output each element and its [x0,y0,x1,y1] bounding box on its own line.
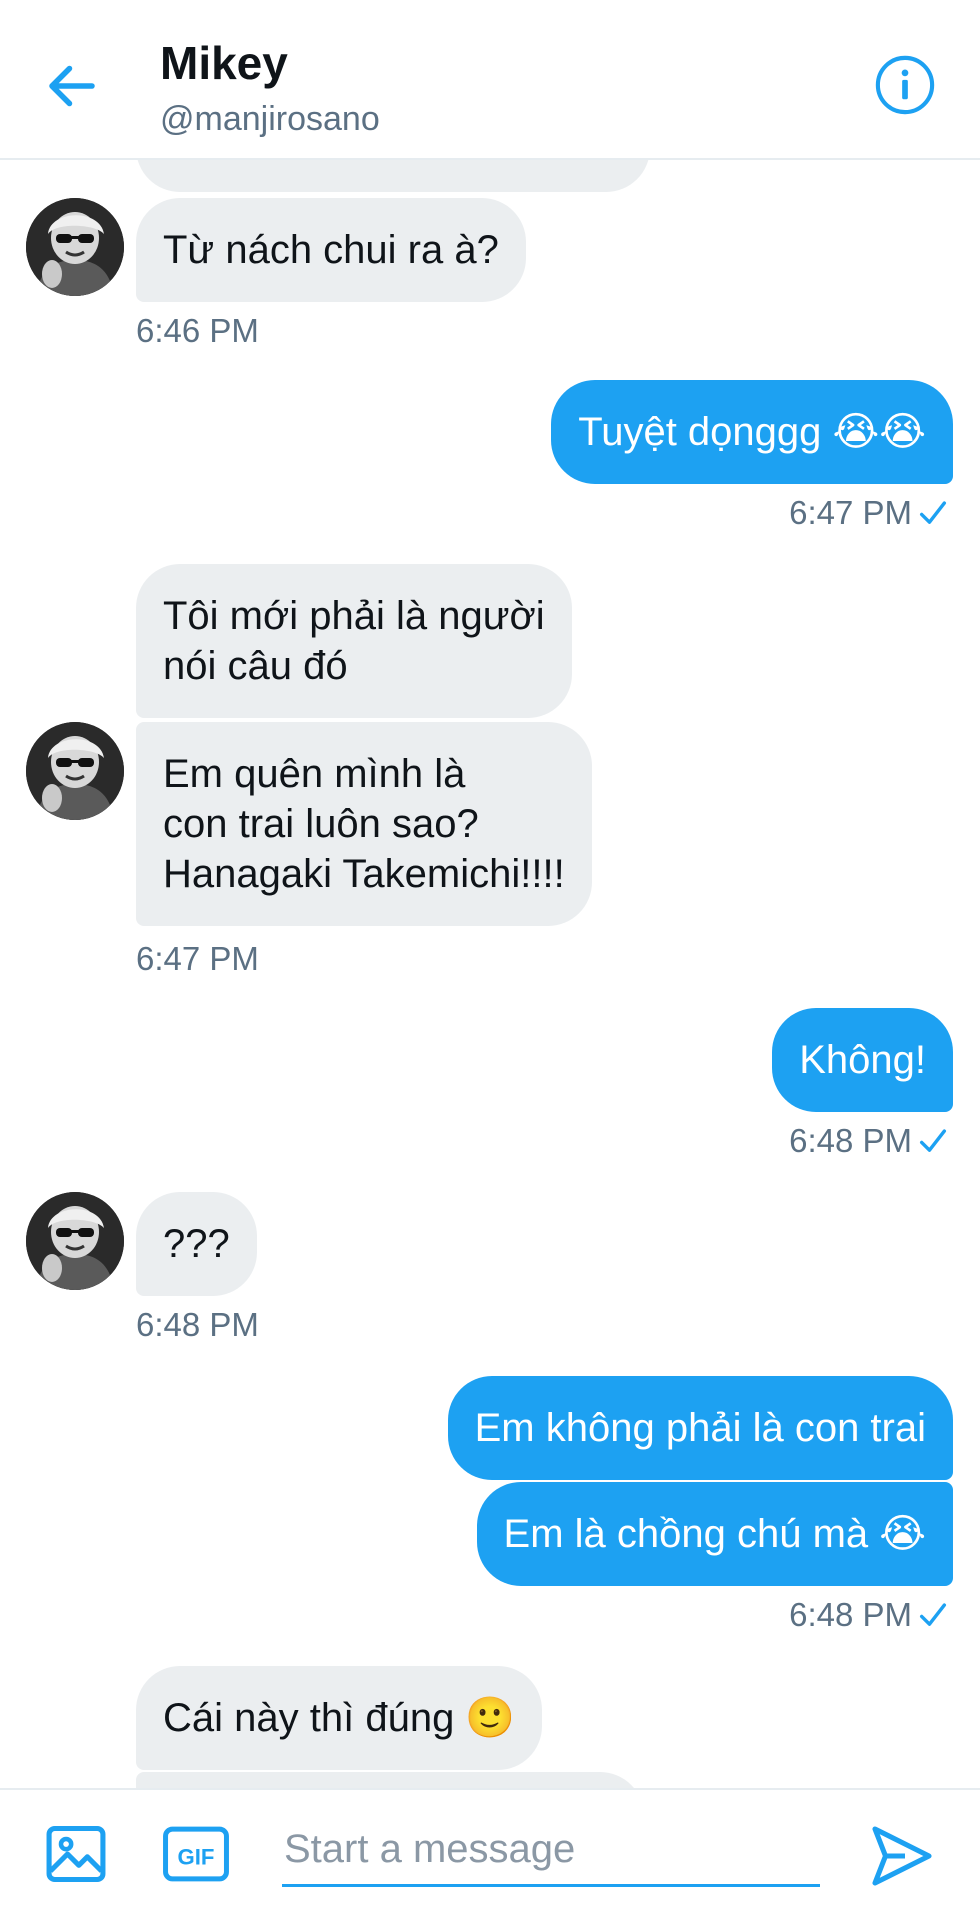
message-bubble[interactable]: ??? [136,1192,257,1296]
avatar-image [26,1192,124,1290]
conversation-title[interactable]: Mikey [160,36,288,90]
message-bubble[interactable]: Tôi mới phải là người nói câu đó [136,564,572,718]
timestamp-text: 6:48 PM [789,1596,912,1633]
avatar-image [26,722,124,820]
message-bubble[interactable]: Em quên mình là con trai luôn sao? Hanag… [136,722,592,926]
message-timestamp: 6:47 PM [789,494,950,532]
message-bubble[interactable]: Không! [772,1008,953,1112]
info-button[interactable] [874,54,936,116]
message-timestamp: 6:48 PM [136,1306,259,1343]
message-bubble[interactable]: Em không phải là con trai [447,1376,953,1480]
info-icon [875,55,935,115]
conversation-handle: @manjirosano [160,100,380,138]
image-icon [46,1825,106,1883]
gif-button[interactable]: GIF [160,1820,232,1888]
gif-label: GIF [178,1845,215,1870]
message-bubble[interactable]: Cái này thì đúng 🙂 [136,1666,543,1770]
message-input[interactable] [282,1814,820,1887]
message-bubble[interactable]: Em là chồng chú mà 😭 [476,1482,953,1586]
avatar-image [26,198,124,296]
message-bubble[interactable]: Tuyệt dọnggg 😭😭 [551,380,953,484]
gif-icon: GIF [163,1826,229,1882]
message-bubble[interactable]: Từ nách chui ra à? [136,198,526,302]
message-timestamp: 6:46 PM [136,312,259,349]
timestamp-text: 6:48 PM [789,1122,912,1159]
checkmark-icon [919,1603,947,1626]
conversation-header: Mikey @manjirosano [0,0,980,160]
back-button[interactable] [42,56,102,116]
send-icon [872,1826,932,1886]
avatar[interactable] [26,198,124,296]
message-timestamp: 6:48 PM [789,1122,950,1160]
send-button[interactable] [866,1820,938,1892]
avatar[interactable] [26,1192,124,1290]
message-timestamp: 6:48 PM [789,1596,950,1634]
arrow-left-icon [49,65,95,107]
timestamp-text: 6:47 PM [789,494,912,531]
message-timestamp: 6:47 PM [136,940,259,977]
checkmark-icon [919,501,947,524]
conversation: Từ nách chui ra à? 6:46 PM Tuyệt dọnggg … [0,0,980,1920]
checkmark-icon [919,1129,947,1152]
message-composer: GIF [0,1788,980,1922]
media-button[interactable] [42,1820,110,1888]
avatar[interactable] [26,722,124,820]
